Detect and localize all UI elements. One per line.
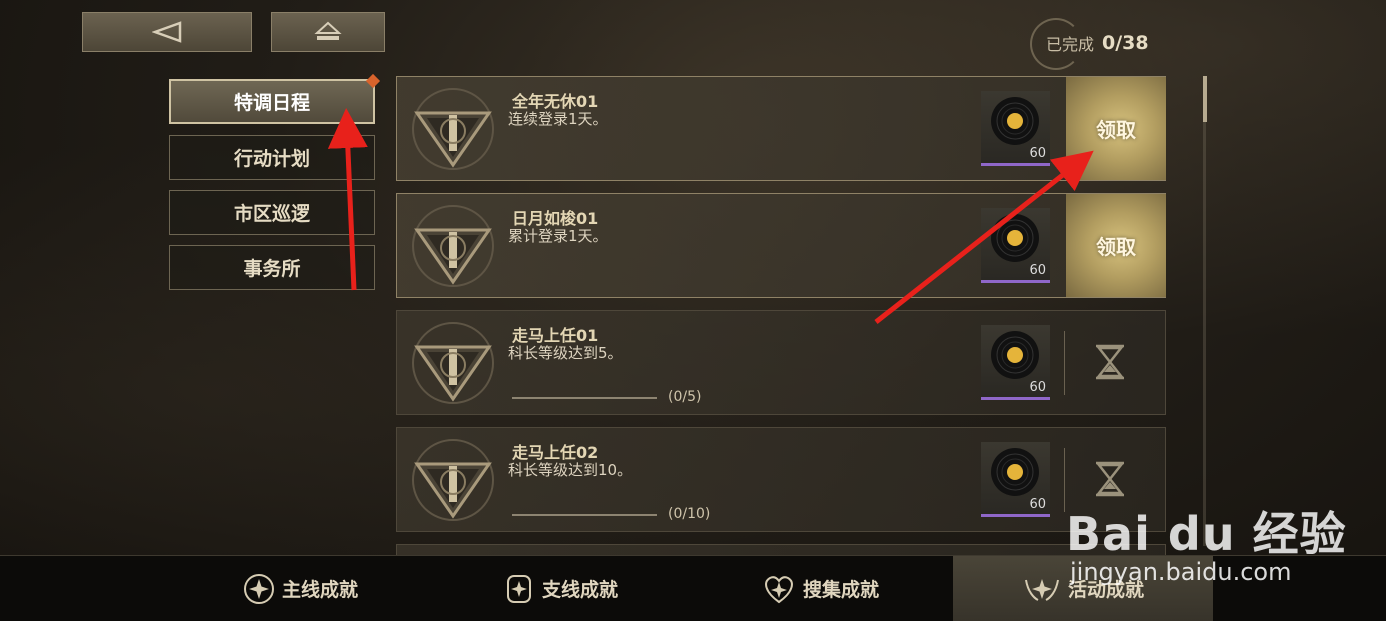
task-progress-text: (0/5) [668, 389, 702, 405]
home-button[interactable] [271, 12, 385, 52]
claim-button[interactable]: 领取 [1066, 77, 1166, 180]
vinyl-record-icon [991, 331, 1039, 379]
reward-item[interactable]: 60 [981, 325, 1050, 400]
task-card: 走马上任01 科长等级达到5。 (0/5) 60 [396, 310, 1166, 415]
hourglass-icon [1096, 461, 1124, 497]
tab-label: 支线成就 [541, 579, 618, 601]
category-label: 事务所 [243, 258, 301, 280]
bottom-tab-bar: 主线成就 支线成就 搜集成就 活动成就 [0, 555, 1386, 621]
task-emblem-icon [412, 88, 494, 170]
task-card: 走马上任02 科长等级达到10。 (0/10) 60 [396, 427, 1166, 532]
reward-count: 60 [1029, 263, 1046, 278]
category-tab-office[interactable]: 事务所 [169, 245, 375, 290]
category-tab-patrol[interactable]: 市区巡逻 [169, 190, 375, 235]
category-label: 特调日程 [233, 92, 310, 114]
category-label: 市区巡逻 [233, 203, 310, 225]
reward-item[interactable]: 60 [981, 91, 1050, 166]
tab-label: 搜集成就 [802, 579, 879, 601]
divider [1064, 331, 1065, 395]
task-card: 日月如梭01 累计登录1天。 60 领取 [396, 193, 1166, 298]
vinyl-record-icon [991, 448, 1039, 496]
reward-count: 60 [1029, 497, 1046, 512]
hourglass-icon [1096, 344, 1124, 380]
category-label: 行动计划 [233, 148, 310, 170]
scrollbar-track[interactable] [1203, 76, 1206, 546]
claim-button-label: 领取 [1096, 118, 1136, 142]
tab-label: 活动成就 [1067, 579, 1144, 601]
task-emblem-icon [412, 205, 494, 287]
task-description: 连续登录1天。 [508, 110, 608, 128]
task-progress-bar [512, 514, 657, 516]
tab-side-achievements[interactable]: 支线成就 [460, 556, 660, 621]
back-triangle-icon [152, 21, 182, 43]
tab-event-achievements[interactable]: 活动成就 [953, 556, 1213, 621]
vinyl-record-icon [991, 97, 1039, 145]
reward-item[interactable]: 60 [981, 442, 1050, 517]
reward-item[interactable]: 60 [981, 208, 1050, 283]
reward-count: 60 [1029, 380, 1046, 395]
reward-count: 60 [1029, 146, 1046, 161]
divider [1064, 448, 1065, 512]
completion-progress: 已完成 0/38 [1030, 18, 1149, 70]
star-wings-icon [1024, 578, 1059, 601]
tab-collection-achievements[interactable]: 搜集成就 [720, 556, 920, 621]
star-badge-icon [506, 574, 531, 603]
claim-button-label: 领取 [1096, 235, 1136, 259]
star-heart-icon [765, 575, 793, 603]
tab-main-achievements[interactable]: 主线成就 [200, 556, 400, 621]
task-description: 科长等级达到5。 [508, 344, 623, 362]
back-button[interactable] [82, 12, 252, 52]
claim-button[interactable]: 领取 [1066, 194, 1166, 297]
task-card: 全年无休01 连续登录1天。 60 领取 [396, 76, 1166, 181]
category-tab-schedule[interactable]: 特调日程 [169, 73, 381, 124]
category-tab-action-plan[interactable]: 行动计划 [169, 135, 375, 180]
progress-ring-icon [1030, 18, 1082, 70]
task-emblem-icon [412, 439, 494, 521]
eject-home-icon [314, 21, 342, 40]
task-emblem-icon [412, 322, 494, 404]
progress-count: 0/38 [1102, 32, 1149, 54]
scrollbar-thumb[interactable] [1203, 76, 1207, 122]
task-description: 累计登录1天。 [508, 227, 608, 245]
task-description: 科长等级达到10。 [508, 461, 633, 479]
task-progress-bar [512, 397, 657, 399]
star-shield-icon [243, 573, 274, 604]
vinyl-record-icon [991, 214, 1039, 262]
tab-label: 主线成就 [281, 579, 358, 601]
task-progress-text: (0/10) [668, 506, 711, 522]
